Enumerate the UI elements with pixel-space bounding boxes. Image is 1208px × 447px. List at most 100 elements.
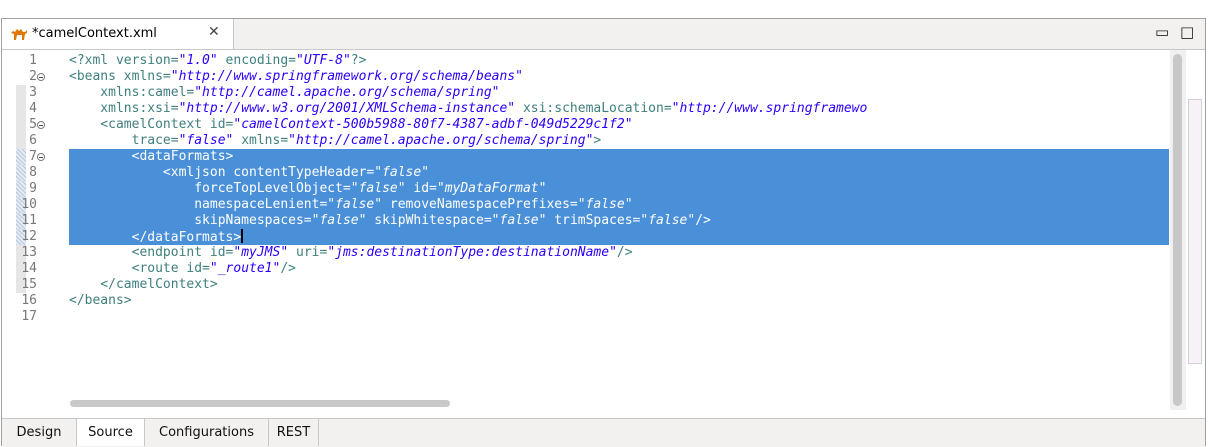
attribute-value: "camelContext-500b5988-80f7-4387-adbf-04… — [233, 117, 633, 132]
attribute-value: "http://www.springframewo — [671, 101, 868, 116]
horizontal-scrollbar[interactable] — [62, 398, 1170, 410]
line-number: 4 — [29, 101, 37, 116]
code-line[interactable]: 7 <dataFormats> — [2, 149, 1170, 165]
xml-markup: </dataFormats> — [69, 230, 242, 245]
attribute-value: "false" — [374, 165, 430, 180]
close-icon[interactable]: ✕ — [208, 24, 220, 40]
attribute-value: "http://www.w3.org/2001/XMLSchema-instan… — [178, 101, 516, 116]
tab-camelcontext-xml[interactable]: *camelContext.xml ✕ — [2, 19, 234, 49]
line-number: 2 — [29, 69, 37, 84]
line-number: 6 — [29, 133, 37, 148]
xml-markup: skipWhitespace= — [366, 213, 492, 228]
code-text: namespaceLenient="false" removeNamespace… — [69, 197, 1169, 213]
editor-tab-bar: *camelContext.xml ✕ ▭ □ — [2, 19, 1205, 50]
tab-rest[interactable]: REST — [269, 419, 319, 446]
previous-content-strip — [0, 0, 1208, 20]
code-line[interactable]: 14 <route id="_route1"/> — [2, 261, 1170, 277]
code-text: <route id="_route1"/> — [69, 261, 1169, 277]
xml-markup: xmlns= — [233, 133, 289, 148]
tab-configurations[interactable]: Configurations — [145, 419, 269, 446]
code-text: </beans> — [69, 293, 1169, 309]
line-number: 10 — [21, 197, 37, 212]
code-line[interactable]: 13 <endpoint id="myJMS" uri="jms:destina… — [2, 245, 1170, 261]
attribute-value: "http://camel.apache.org/schema/spring" — [288, 133, 594, 148]
overview-ruler[interactable] — [1188, 99, 1202, 364]
line-number: 14 — [21, 261, 37, 276]
code-line[interactable]: 16 </beans> — [2, 293, 1170, 309]
xml-markup: <endpoint id= — [69, 245, 234, 260]
xml-markup: /> — [695, 213, 711, 228]
code-text: <xmljson contentTypeHeader="false" — [69, 165, 1169, 181]
code-text: <?xml version="1.0" encoding="UTF-8"?> — [69, 53, 1169, 69]
code-text: </camelContext> — [69, 277, 1169, 293]
camel-icon — [11, 29, 27, 40]
attribute-value: "false" — [350, 181, 406, 196]
xml-markup: trimSpaces= — [546, 213, 641, 228]
source-text-area[interactable]: 1 <?xml version="1.0" encoding="UTF-8"?> 2… — [2, 50, 1170, 398]
fold-collapse-icon[interactable] — [37, 153, 45, 161]
code-text: <camelContext id="camelContext-500b5988-… — [69, 117, 1169, 133]
maximize-icon[interactable]: □ — [1180, 23, 1194, 41]
line-number: 3 — [29, 85, 37, 100]
code-line[interactable]: 11 skipNamespaces="false" skipWhitespace… — [2, 213, 1170, 229]
line-number: 11 — [21, 213, 37, 228]
code-line[interactable]: 6 trace="false" xmlns="http://camel.apac… — [2, 133, 1170, 149]
attribute-value: "false" — [577, 197, 633, 212]
xml-editor: *camelContext.xml ✕ ▭ □ 1 <?xml version="… — [1, 18, 1206, 447]
tab-title: *camelContext.xml — [32, 26, 157, 41]
xml-markup: <beans xmlns= — [69, 69, 171, 84]
xml-markup: > — [593, 133, 602, 148]
editor-mode-tabs: Design Source Configurations REST — [2, 418, 1205, 447]
xml-markup: </beans> — [69, 293, 132, 308]
code-text: trace="false" xmlns="http://camel.apache… — [69, 133, 1169, 149]
code-line[interactable]: 10 namespaceLenient="false" removeNamesp… — [2, 197, 1170, 213]
attribute-value: "myDataFormat" — [436, 181, 547, 196]
xml-markup: /> — [616, 245, 633, 260]
xml-markup: encoding= — [217, 53, 296, 68]
code-line[interactable]: 3 xmlns:camel="http://camel.apache.org/s… — [2, 85, 1170, 101]
code-line[interactable]: 12 </dataFormats> — [2, 229, 1170, 245]
attribute-value: "false" — [327, 197, 383, 212]
attribute-value: "myJMS" — [233, 245, 289, 260]
attribute-value: "false" — [491, 213, 547, 228]
code-line[interactable]: 5 <camelContext id="camelContext-500b598… — [2, 117, 1170, 133]
attribute-value: "UTF-8" — [296, 53, 351, 68]
fold-collapse-icon[interactable] — [37, 121, 45, 129]
xml-markup: /> — [280, 261, 296, 276]
xml-markup: <dataFormats> — [69, 149, 234, 164]
attribute-value: "_route1" — [209, 261, 281, 276]
code-line[interactable]: 1 <?xml version="1.0" encoding="UTF-8"?> — [2, 53, 1170, 69]
xml-markup: <camelContext id= — [69, 117, 234, 132]
attribute-value: "http://www.springframework.org/schema/b… — [170, 69, 523, 84]
fold-collapse-icon[interactable] — [37, 73, 45, 81]
xml-markup: id= — [405, 181, 437, 196]
line-number: 9 — [29, 181, 37, 196]
code-line[interactable]: 8 <xmljson contentTypeHeader="false" — [2, 165, 1170, 181]
code-line[interactable]: 15 </camelContext> — [2, 277, 1170, 293]
code-text: skipNamespaces="false" skipWhitespace="f… — [69, 213, 1169, 229]
attribute-value: "jms:destinationType:destinationName" — [327, 245, 617, 260]
horizontal-scroll-thumb[interactable] — [70, 400, 450, 407]
line-number: 1 — [29, 53, 37, 68]
vertical-scroll-thumb[interactable] — [1173, 54, 1182, 406]
code-line[interactable]: 4 xmlns:xsi="http://www.w3.org/2001/XMLS… — [2, 101, 1170, 117]
attribute-value: "http://camel.apache.org/schema/spring" — [194, 85, 500, 100]
code-line[interactable]: 2 <beans xmlns="http://www.springframewor… — [2, 69, 1170, 85]
xml-markup: trace= — [69, 133, 179, 148]
code-text: </dataFormats> — [69, 229, 1169, 245]
vertical-scrollbar[interactable] — [1170, 50, 1186, 410]
xml-markup: uri= — [288, 245, 328, 260]
attribute-value: "false" — [178, 133, 234, 148]
attribute-value: "1.0" — [178, 53, 218, 68]
line-number: 13 — [21, 245, 37, 260]
tab-design[interactable]: Design — [2, 419, 77, 446]
xml-markup: </camelContext> — [69, 277, 218, 292]
tab-source[interactable]: Source — [77, 419, 145, 446]
code-line[interactable]: 17 — [2, 309, 1170, 325]
xml-markup: xsi:schemaLocation= — [515, 101, 672, 116]
code-line[interactable]: 9 forceTopLevelObject="false" id="myData… — [2, 181, 1170, 197]
line-number: 15 — [21, 277, 37, 292]
line-number: 7 — [29, 149, 37, 164]
minimize-icon[interactable]: ▭ — [1155, 23, 1169, 41]
